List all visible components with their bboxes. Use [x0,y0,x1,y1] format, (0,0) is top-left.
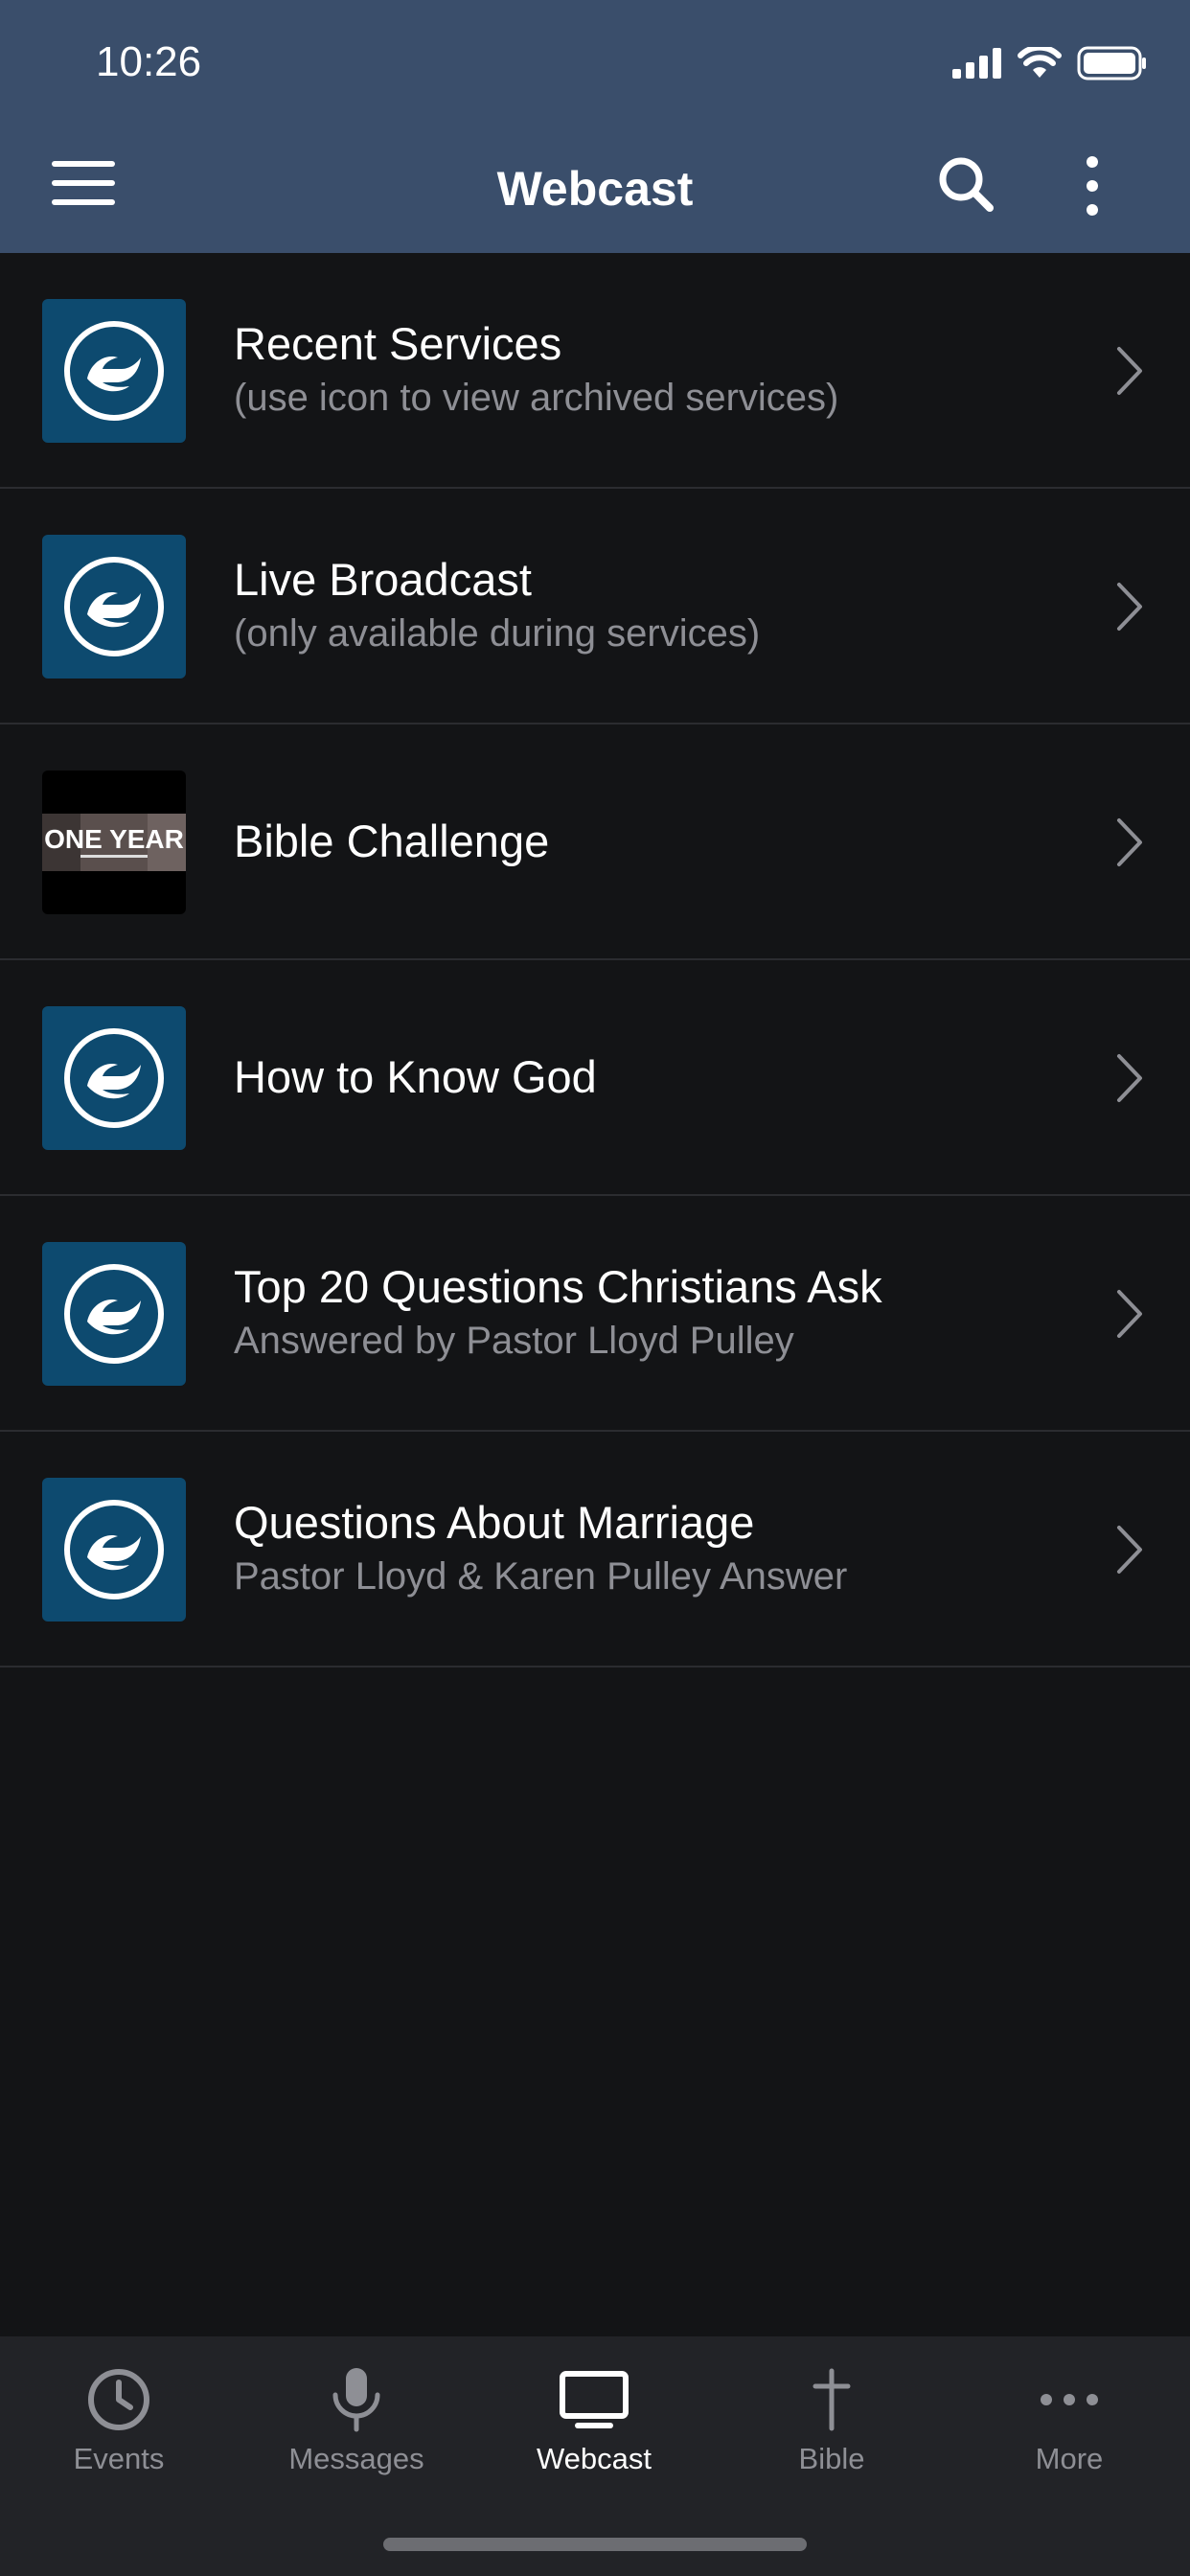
clock-icon [88,2369,149,2430]
church-logo-thumbnail [42,299,186,443]
battery-icon [1077,46,1146,80]
chevron-right-icon [1117,583,1142,631]
list-item-title: Top 20 Questions Christians Ask [234,1261,882,1312]
list-item-texts: Questions About Marriage Pastor Lloyd & … [234,1432,1056,1666]
list-item-subtitle: (only available during services) [234,612,761,655]
search-button[interactable] [937,155,1008,226]
microphone-icon [332,2368,380,2432]
church-logo-thumbnail [42,1242,186,1386]
more-vertical-icon [1087,156,1098,216]
tab-webcast[interactable]: Webcast [475,2336,713,2509]
list-item-title: Live Broadcast [234,554,532,605]
chevron-right-icon [1117,1290,1142,1338]
webcast-list: Recent Services (use icon to view archiv… [0,253,1190,1668]
list-item-texts: How to Know God [234,960,1056,1194]
list-item-live-broadcast[interactable]: Live Broadcast (only available during se… [0,489,1190,724]
tab-events[interactable]: Events [0,2336,238,2509]
list-item-title: Questions About Marriage [234,1497,755,1548]
tab-label: Messages [288,2442,424,2475]
chevron-right-icon [1117,818,1142,866]
tab-label: Events [73,2442,165,2475]
list-item-title: Bible Challenge [234,816,550,866]
list-item-subtitle: Pastor Lloyd & Karen Pulley Answer [234,1555,848,1598]
dove-logo-icon [64,1264,164,1364]
monitor-icon [560,2371,629,2428]
dove-logo-icon [64,1500,164,1599]
one-year-thumbnail: ONE YEAR [42,770,186,914]
list-item-title: How to Know God [234,1051,597,1102]
list-item-subtitle: Answered by Pastor Lloyd Pulley [234,1320,794,1362]
tab-bible[interactable]: Bible [713,2336,950,2509]
list-item-questions-about-marriage[interactable]: Questions About Marriage Pastor Lloyd & … [0,1432,1190,1668]
list-item-title: Recent Services [234,318,562,369]
tab-messages[interactable]: Messages [238,2336,475,2509]
ellipsis-icon [1041,2394,1098,2405]
tab-label: Webcast [536,2442,652,2475]
chevron-right-icon [1117,1526,1142,1574]
list-item-texts: Bible Challenge [234,724,1056,958]
list-item-texts: Top 20 Questions Christians Ask Answered… [234,1196,1056,1430]
one-year-banner-image: ONE YEAR [42,814,186,871]
wifi-icon [1018,47,1062,78]
page-title: Webcast [496,162,694,216]
cross-icon [812,2368,851,2431]
list-item-texts: Live Broadcast (only available during se… [234,489,1056,723]
more-options-button[interactable] [1073,155,1125,226]
list-item-bible-challenge[interactable]: ONE YEAR Bible Challenge [0,724,1190,960]
home-indicator[interactable] [383,2538,807,2551]
church-logo-thumbnail [42,1006,186,1150]
svg-text:ONE YEAR: ONE YEAR [44,824,184,854]
list-item-how-to-know-god[interactable]: How to Know God [0,960,1190,1196]
list-item-recent-services[interactable]: Recent Services (use icon to view archiv… [0,253,1190,489]
dove-logo-icon [64,321,164,421]
church-logo-thumbnail [42,535,186,678]
church-logo-thumbnail [42,1478,186,1622]
status-icons [952,46,1148,80]
tab-more[interactable]: More [950,2336,1188,2509]
tab-label: Bible [798,2442,865,2475]
dove-logo-icon [64,557,164,656]
cellular-signal-icon [952,48,1001,79]
chevron-right-icon [1117,347,1142,395]
status-time: 10:26 [96,38,202,85]
list-item-subtitle: (use icon to view archived services) [234,377,839,419]
top-bar: 10:26 Webcast [0,0,1190,253]
tab-label: More [1035,2442,1104,2475]
list-item-texts: Recent Services (use icon to view archiv… [234,253,1056,487]
dove-logo-icon [64,1028,164,1128]
list-item-top-20-questions[interactable]: Top 20 Questions Christians Ask Answered… [0,1196,1190,1432]
chevron-right-icon [1117,1054,1142,1102]
search-icon [939,157,994,212]
